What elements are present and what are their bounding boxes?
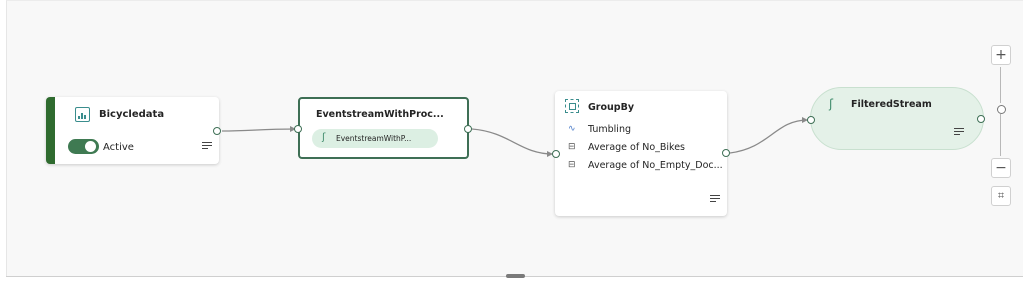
groupby-node[interactable]: GroupBy ∿ Tumbling ⊟ Average of No_Bikes… [555,91,727,216]
zoom-in-button[interactable]: + [991,45,1011,65]
destination-input-port[interactable] [807,116,815,124]
eventstream-node[interactable]: EventstreamWithProc... ʃ EventstreamWith… [298,97,469,159]
active-toggle-label: Active [103,142,134,153]
fit-to-view-button[interactable]: ⌗ [991,186,1011,206]
eventstream-stream-pill[interactable]: ʃ EventstreamWithP... [312,129,438,148]
zoom-slider-track[interactable] [1000,67,1001,103]
chart-icon [75,107,90,122]
eventstream-stream-label: EventstreamWithP... [336,134,412,143]
group-by-icon [565,99,579,113]
details-menu-icon[interactable] [710,195,721,204]
zoom-out-button[interactable]: − [991,158,1011,178]
groupby-row-aggregate: Average of No_Bikes [588,142,685,153]
link-eventstream-to-groupby [471,128,554,155]
eventstream-output-port[interactable] [464,125,472,133]
active-toggle[interactable] [68,139,99,154]
details-menu-icon[interactable] [954,128,965,137]
details-menu-icon[interactable] [202,142,213,151]
stream-icon: ʃ [322,132,326,143]
groupby-output-port[interactable] [722,149,730,157]
stream-icon: ʃ [829,97,834,111]
destination-node[interactable]: ʃ FilteredStream [810,87,984,150]
groupby-input-port[interactable] [552,150,560,158]
tumbling-window-icon: ∿ [568,124,576,134]
groupby-node-title: GroupBy [588,102,635,113]
groupby-row-aggregate: Average of No_Empty_Doc... [588,160,723,171]
link-source-to-eventstream [221,128,297,132]
source-node[interactable]: Bicycledata Active [46,97,219,164]
source-output-port[interactable] [213,127,221,135]
zoom-slider-thumb[interactable] [997,105,1006,114]
aggregate-icon: ⊟ [568,160,576,170]
zoom-slider-track[interactable] [1000,114,1001,156]
eventstream-node-title: EventstreamWithProc... [316,109,444,120]
destination-output-port[interactable] [977,115,985,123]
aggregate-icon: ⊟ [568,142,576,152]
eventstream-input-port[interactable] [294,125,302,133]
link-groupby-to-destination [729,119,809,154]
source-node-title: Bicycledata [99,109,165,120]
groupby-row-window: Tumbling [588,124,631,135]
destination-node-title: FilteredStream [851,99,932,110]
